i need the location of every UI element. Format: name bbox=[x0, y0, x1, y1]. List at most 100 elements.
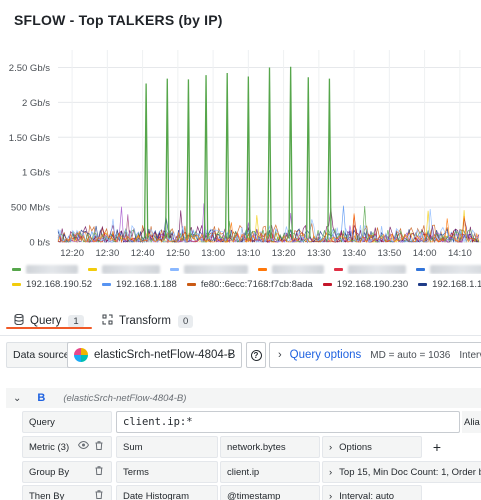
y-tick-label: 500 Mb/s bbox=[11, 203, 50, 214]
legend-label: 192.168.1.188 bbox=[116, 279, 177, 290]
legend-item[interactable] bbox=[88, 265, 160, 274]
tab-query[interactable]: Query 1 bbox=[14, 313, 84, 328]
legend-label: 192.168.1.128 bbox=[432, 279, 481, 290]
legend-label-redacted bbox=[26, 265, 78, 274]
legend-swatch bbox=[12, 268, 21, 271]
question-icon: ? bbox=[250, 349, 262, 361]
eye-icon[interactable] bbox=[77, 440, 90, 452]
legend-item[interactable] bbox=[12, 265, 78, 274]
x-tick-label: 12:20 bbox=[60, 248, 84, 259]
help-button[interactable]: ? bbox=[246, 342, 266, 368]
x-tick-label: 13:00 bbox=[201, 248, 225, 259]
legend-row-1 bbox=[12, 263, 481, 274]
legend-swatch bbox=[416, 268, 425, 271]
trash-icon[interactable] bbox=[95, 490, 103, 500]
legend-label-redacted bbox=[184, 265, 248, 274]
then-by-summary: Interval: auto bbox=[339, 490, 395, 500]
database-icon bbox=[14, 313, 24, 328]
group-by-label-text: Group By bbox=[29, 466, 70, 478]
chevron-right-icon: › bbox=[329, 441, 333, 453]
datasource-picker[interactable]: elasticSrch-netFlow-4804-B ⌄ bbox=[67, 342, 242, 368]
tab-transform-count: 0 bbox=[177, 314, 194, 328]
spike-peak bbox=[306, 77, 311, 239]
legend-swatch bbox=[12, 283, 21, 286]
elasticsearch-icon bbox=[74, 348, 88, 362]
spike-peak bbox=[288, 66, 293, 239]
y-tick-label: 1.50 Gb/s bbox=[9, 133, 50, 144]
then-by-type-select[interactable]: Date Histogram bbox=[116, 485, 218, 500]
query-name[interactable]: B bbox=[37, 392, 45, 404]
legend-item[interactable]: fe80::6ecc:7168:f7cb:8ada bbox=[186, 279, 313, 290]
legend-item[interactable] bbox=[258, 265, 324, 274]
metric-field-select[interactable]: network.bytes bbox=[220, 436, 320, 458]
x-tick-label: 14:00 bbox=[413, 248, 437, 259]
legend-item[interactable]: 192.168.190.230 bbox=[322, 279, 409, 290]
legend-label-redacted bbox=[272, 265, 324, 274]
tab-query-count: 1 bbox=[68, 314, 84, 328]
legend-item[interactable]: 192.168.1.188 bbox=[102, 279, 177, 290]
active-tab-indicator bbox=[6, 327, 92, 329]
legend-item[interactable] bbox=[170, 265, 248, 274]
query-label-text: Query bbox=[29, 416, 55, 428]
legend-item[interactable] bbox=[416, 265, 481, 274]
datasource-row: Data source elasticSrch-netFlow-4804-B ⌄… bbox=[0, 340, 481, 370]
timeseries-chart: 0 b/s 500 Mb/s 1 Gb/s 1.50 Gb/s 2 Gb/s 2.50 G… bbox=[0, 36, 481, 262]
x-tick-label: 13:40 bbox=[342, 248, 366, 259]
legend-label: 192.168.190.52 bbox=[26, 279, 93, 290]
chevron-right-icon: › bbox=[278, 349, 282, 361]
group-by-settings-toggle[interactable]: › Top 15, Min Doc Count: 1, Order by: bbox=[322, 461, 481, 483]
trash-icon[interactable] bbox=[95, 441, 103, 452]
legend-swatch bbox=[186, 283, 196, 286]
legend-swatch bbox=[334, 268, 343, 271]
legend-row-2: 192.168.190.52 192.168.1.188 fe80::6ecc:71… bbox=[12, 278, 481, 290]
legend-swatch bbox=[418, 283, 428, 286]
tab-transform[interactable]: Transform 0 bbox=[102, 314, 194, 328]
group-by-field-select[interactable]: client.ip bbox=[220, 461, 320, 483]
legend-swatch bbox=[322, 283, 332, 286]
legend-swatch bbox=[258, 268, 267, 271]
then-by-settings-toggle[interactable]: › Interval: auto bbox=[322, 485, 422, 500]
legend-label: fe80::6ecc:7168:f7cb:8ada bbox=[200, 279, 313, 290]
legend-item[interactable] bbox=[334, 265, 406, 274]
spike-peak bbox=[267, 67, 272, 239]
legend-label-redacted bbox=[102, 265, 160, 274]
legend-item[interactable]: 192.168.190.52 bbox=[12, 279, 92, 290]
spike-peak bbox=[224, 73, 230, 239]
x-tick-label: 12:50 bbox=[166, 248, 190, 259]
legend-swatch bbox=[88, 268, 97, 271]
query-options-label: Query options bbox=[289, 349, 362, 361]
metric-type-select[interactable]: Sum bbox=[116, 436, 218, 458]
chevron-right-icon: › bbox=[329, 466, 333, 478]
metric-options-toggle[interactable]: › Options bbox=[322, 436, 422, 458]
tab-transform-label: Transform bbox=[119, 315, 171, 327]
group-by-type-select[interactable]: Terms bbox=[116, 461, 218, 483]
x-tick-label: 13:20 bbox=[272, 248, 296, 259]
query-options-toggle[interactable]: › Query options MD = auto = 1036 Interva… bbox=[269, 342, 481, 368]
collapse-chevron-icon[interactable]: ⌄ bbox=[13, 393, 21, 404]
metric-label: Metric (3) bbox=[22, 436, 112, 458]
chevron-down-icon: ⌄ bbox=[225, 348, 234, 359]
metric-options-label: Options bbox=[339, 441, 372, 453]
alias-label: Alia bbox=[462, 411, 481, 433]
then-by-field-select[interactable]: @timestamp bbox=[220, 485, 320, 500]
legend-swatch bbox=[170, 268, 179, 271]
x-tick-label: 13:30 bbox=[307, 248, 331, 259]
group-by-label: Group By bbox=[22, 461, 112, 483]
legend-swatch bbox=[102, 283, 112, 286]
datasource-selected: elasticSrch-netFlow-4804-B bbox=[94, 349, 236, 361]
interval-info: Interval bbox=[459, 349, 481, 361]
trash-icon[interactable] bbox=[95, 466, 103, 477]
y-tick-label: 2.50 Gb/s bbox=[9, 63, 50, 74]
query-row-header[interactable]: ⌄ B (elasticSrch-netFlow-4804-B) bbox=[6, 388, 481, 408]
query-tabs: Query 1 Transform 0 bbox=[0, 306, 481, 336]
lucene-query-input[interactable]: client.ip:* bbox=[116, 411, 460, 433]
query-label: Query bbox=[22, 411, 112, 433]
panel-title: SFLOW - Top TALKERS (by IP) bbox=[14, 12, 223, 28]
x-tick-label: 12:30 bbox=[95, 248, 119, 259]
y-tick-label: 1 Gb/s bbox=[22, 168, 50, 179]
legend-item[interactable]: 192.168.1.128 bbox=[418, 279, 481, 290]
legend-label: 192.168.190.230 bbox=[336, 279, 409, 290]
add-metric-button[interactable]: + bbox=[426, 436, 448, 458]
x-tick-label: 12:40 bbox=[131, 248, 155, 259]
spike-peak bbox=[143, 83, 149, 239]
